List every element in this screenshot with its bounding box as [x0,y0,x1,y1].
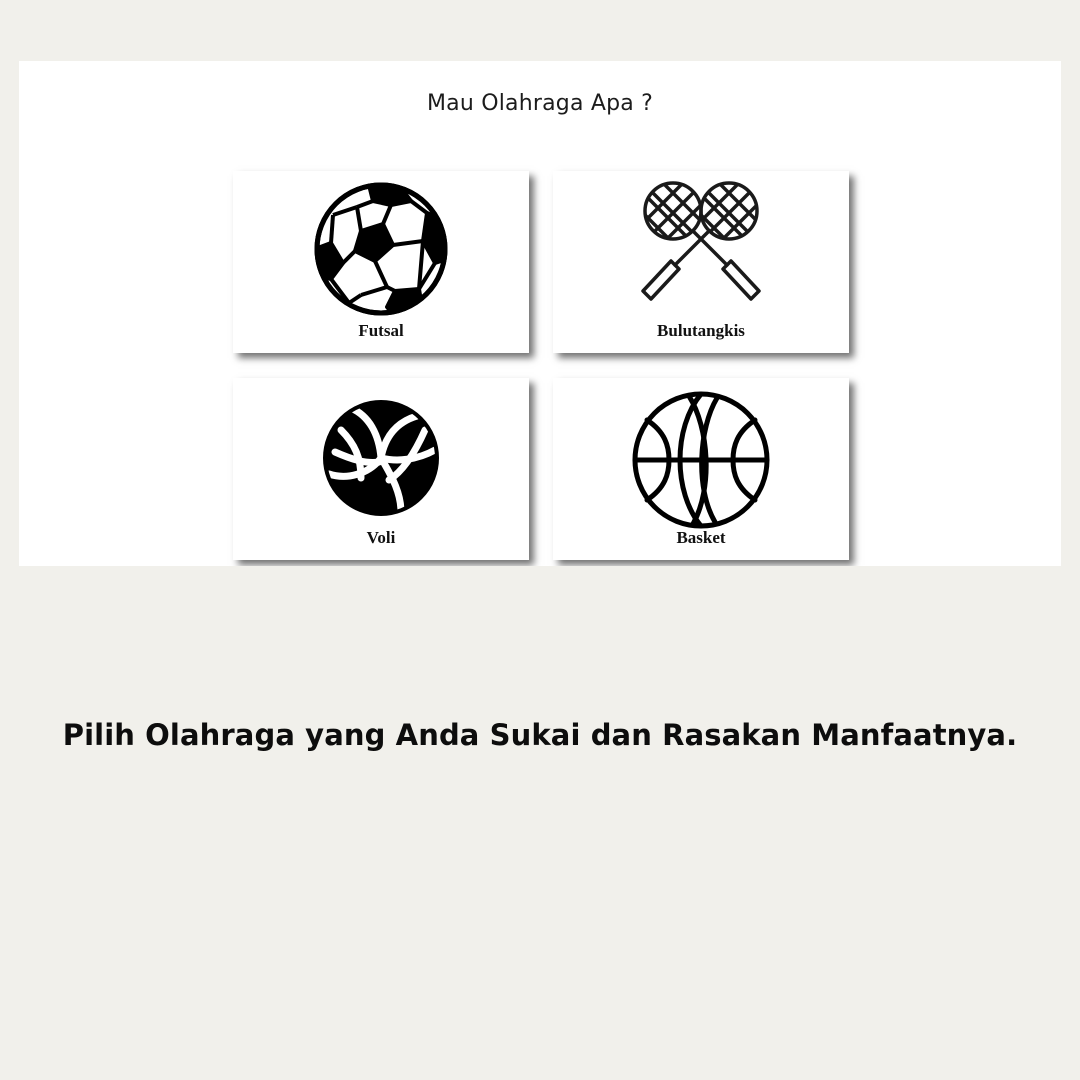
soccer-ball-icon [233,171,529,321]
caption-text: Pilih Olahraga yang Anda Sukai dan Rasak… [62,718,1018,752]
screenshot-panel: Mau Olahraga Apa ? Futsal Bulutangkis Vo… [19,61,1061,566]
badminton-rackets-icon [553,171,849,321]
card-label-basket: Basket [676,528,726,547]
card-label-bulutangkis: Bulutangkis [657,321,745,340]
sport-card-bulutangkis[interactable]: Bulutangkis [553,171,849,353]
page-title: Mau Olahraga Apa ? [427,91,653,116]
card-label-voli: Voli [366,528,396,547]
card-label-futsal: Futsal [358,321,404,340]
sport-card-voli[interactable]: Voli [233,378,529,560]
sport-card-basket[interactable]: Basket [553,378,849,560]
volleyball-icon [233,378,529,528]
sport-card-futsal[interactable]: Futsal [233,171,529,353]
basketball-icon [553,378,849,529]
